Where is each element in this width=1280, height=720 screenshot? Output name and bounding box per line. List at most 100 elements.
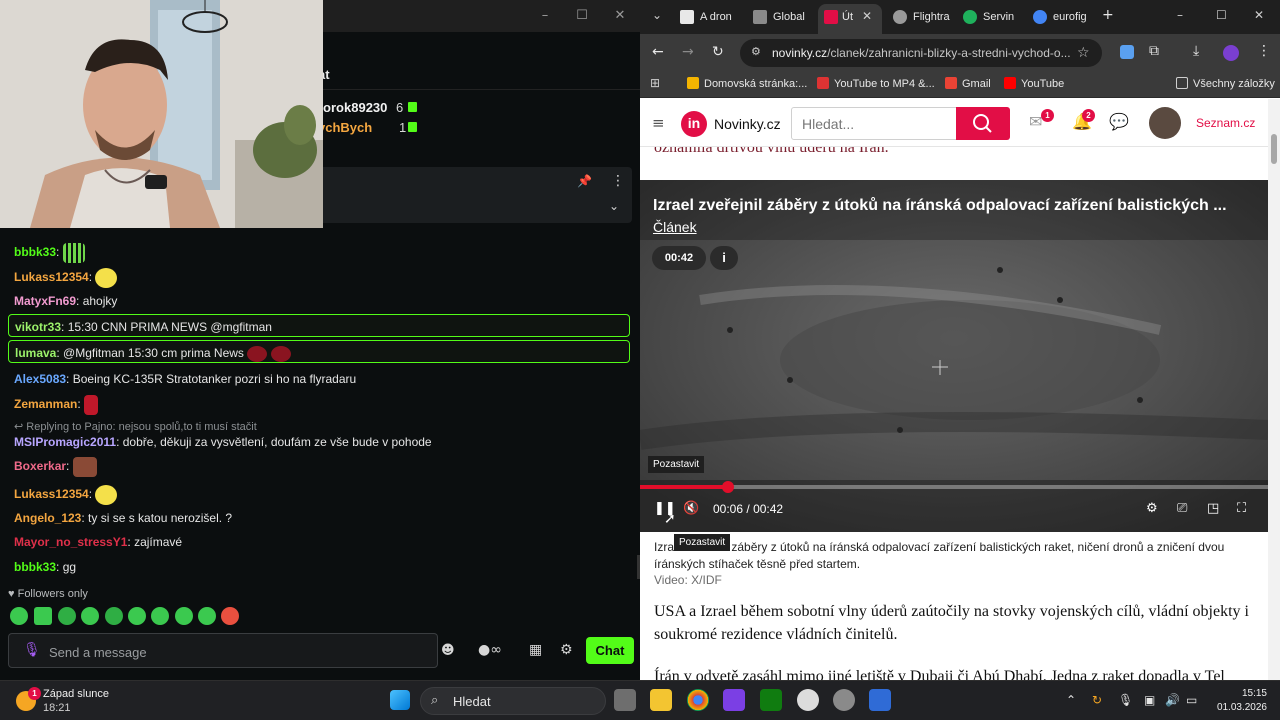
emote-icon[interactable] [34, 607, 52, 625]
video-article-link[interactable]: Článek [653, 219, 697, 235]
pin-icon[interactable]: 📌 [577, 174, 592, 188]
page-scrollbar-thumb[interactable] [1271, 134, 1277, 164]
emote-icon[interactable] [128, 607, 146, 625]
bookmark-item[interactable]: YouTube to MP4 &... [817, 77, 935, 90]
emote-icon[interactable] [221, 607, 239, 625]
chat-message[interactable]: Zemanman: [14, 395, 99, 415]
chat-username[interactable]: MatyxFn69 [14, 294, 76, 308]
gifter-row[interactable]: ychBych 1 [318, 118, 618, 138]
forward-icon[interactable]: → [682, 44, 694, 60]
site-search-button[interactable] [956, 107, 1010, 140]
video-progress-knob[interactable] [721, 481, 734, 493]
tab-active[interactable]: Út ✕ [818, 4, 882, 34]
site-name[interactable]: Novinky.cz [714, 116, 781, 132]
more-options-icon[interactable]: ⋮ [611, 173, 625, 189]
chrome-icon[interactable] [687, 689, 709, 711]
task-view-icon[interactable] [614, 689, 636, 711]
chat-message[interactable]: Alex5083: Boeing KC-135R Stratotanker po… [14, 372, 356, 386]
tray-app-icon[interactable]: ↻ [1092, 693, 1102, 707]
message-input[interactable] [49, 642, 409, 662]
emote-icon[interactable] [105, 607, 123, 625]
tab-close-icon[interactable]: ✕ [862, 9, 872, 23]
bookmark-item[interactable]: Gmail [945, 77, 991, 90]
emote-icon[interactable] [58, 607, 76, 625]
bookmark-item[interactable]: YouTube [1004, 77, 1064, 90]
weather-widget[interactable]: 1 Západ slunce 18:21 [16, 687, 136, 717]
tab-search-icon[interactable]: ⌄ [652, 8, 662, 22]
site-search-input[interactable] [802, 115, 942, 133]
emote-icon[interactable] [151, 607, 169, 625]
reply-context[interactable]: ↩ Replying to Pajno: nejsou spolů,to ti … [14, 420, 257, 433]
obs-icon[interactable] [797, 689, 819, 711]
novinky-logo[interactable]: in [681, 111, 707, 137]
site-search-box[interactable] [791, 107, 957, 140]
chat-message[interactable]: MatyxFn69: ahojky [14, 294, 117, 308]
star-icon[interactable]: ☆ [1077, 45, 1090, 61]
minimize-icon[interactable]: – [537, 8, 553, 24]
tray-chevron-icon[interactable]: ⌃ [1066, 693, 1076, 707]
site-info-icon[interactable]: ⚙ [751, 45, 761, 58]
seznam-link[interactable]: Seznam.cz [1196, 116, 1255, 130]
tab[interactable]: A dron [680, 4, 742, 30]
video-title[interactable]: Izrael zveřejnil záběry z útoků na íráns… [653, 197, 1258, 215]
all-bookmarks[interactable]: Všechny záložky [1176, 77, 1275, 90]
minimize-icon[interactable]: – [1177, 8, 1183, 22]
app-icon[interactable] [723, 689, 745, 711]
close-icon[interactable]: ✕ [612, 8, 628, 24]
microphone-icon[interactable]: 🎙 [23, 642, 41, 658]
video-player[interactable]: Izrael zveřejnil záběry z útoků na íráns… [640, 180, 1268, 532]
chat-message-highlighted[interactable]: lumava: @Mgfitman 15:30 cm prima News [8, 340, 630, 363]
chat-message-highlighted[interactable]: vikotr33: 15:30 CNN PRIMA NEWS @mgfitman [8, 314, 630, 337]
taskbar-search[interactable]: ⌕ Hledat [420, 687, 606, 715]
xbox-icon[interactable] [760, 689, 782, 711]
tab[interactable]: Global [753, 4, 817, 30]
maximize-icon[interactable]: ☐ [1216, 8, 1227, 22]
extensions-puzzle-icon[interactable]: ⧉ [1149, 43, 1159, 59]
tab[interactable]: Flightra [893, 4, 957, 30]
chat-username[interactable]: Boxerkar [14, 459, 66, 473]
file-explorer-icon[interactable] [650, 689, 672, 711]
new-tab-icon[interactable]: + [1102, 7, 1114, 23]
chat-username[interactable]: Zemanman [14, 397, 77, 411]
gear-icon[interactable]: ⚙ [560, 642, 573, 658]
network-icon[interactable]: ▣ [1144, 693, 1155, 707]
app-icon[interactable] [869, 689, 891, 711]
settings-app-icon[interactable] [833, 689, 855, 711]
maximize-icon[interactable]: ☐ [574, 8, 590, 24]
gifter-row[interactable]: rorok89230 6 [318, 98, 618, 118]
back-icon[interactable]: ← [652, 44, 664, 60]
tab[interactable]: Servin [963, 4, 1025, 30]
emote-icon[interactable] [81, 607, 99, 625]
chat-message[interactable]: bbbk33: [14, 243, 85, 263]
chat-message[interactable]: MSIPromagic2011: dobře, děkuji za vysvět… [14, 435, 432, 449]
chat-username[interactable]: Mayor_no_stressY1 [14, 535, 127, 549]
hamburger-menu-icon[interactable]: ≡ [652, 114, 665, 132]
chat-username[interactable]: bbbk33 [14, 245, 56, 259]
emote-icon[interactable] [175, 607, 193, 625]
extension-icon[interactable] [1120, 45, 1134, 59]
user-avatar[interactable] [1149, 107, 1181, 139]
chat-message[interactable]: Mayor_no_stressY1: zajímavé [14, 535, 182, 549]
chat-username[interactable]: MSIPromagic2011 [14, 435, 116, 449]
volume-icon[interactable]: 🔊 [1165, 693, 1180, 707]
settings-icon[interactable]: ⚙ [1146, 501, 1158, 516]
system-clock[interactable]: 15:15 01.03.2026 [1207, 687, 1267, 715]
tab[interactable]: eurofig [1033, 4, 1095, 30]
emote-icon[interactable] [10, 607, 28, 625]
video-progress-bar[interactable] [640, 481, 1268, 493]
miniplayer-icon[interactable]: ◳ [1207, 501, 1219, 516]
menu-icon[interactable]: ⋮ [1257, 43, 1271, 59]
chat-username[interactable]: Angelo_123 [14, 511, 81, 525]
chat-message[interactable]: Lukass12354: [14, 268, 118, 288]
windows-start-icon[interactable] [390, 690, 410, 710]
page-scrollbar[interactable] [1268, 99, 1280, 680]
microphone-tray-icon[interactable]: 🎙 [1118, 693, 1133, 707]
url-text[interactable]: novinky.cz/clanek/zahranicni-blizky-a-st… [772, 46, 1072, 60]
apps-grid-icon[interactable]: ⊞ [650, 76, 660, 90]
chevron-down-icon[interactable]: ⌄ [609, 199, 619, 213]
chat-username[interactable]: Lukass12354 [14, 487, 89, 501]
download-icon[interactable]: ⤓ [1193, 43, 1199, 59]
reload-icon[interactable]: ↻ [712, 44, 724, 60]
video-info-button[interactable]: i [710, 246, 738, 270]
send-chat-button[interactable]: Chat [586, 637, 634, 664]
